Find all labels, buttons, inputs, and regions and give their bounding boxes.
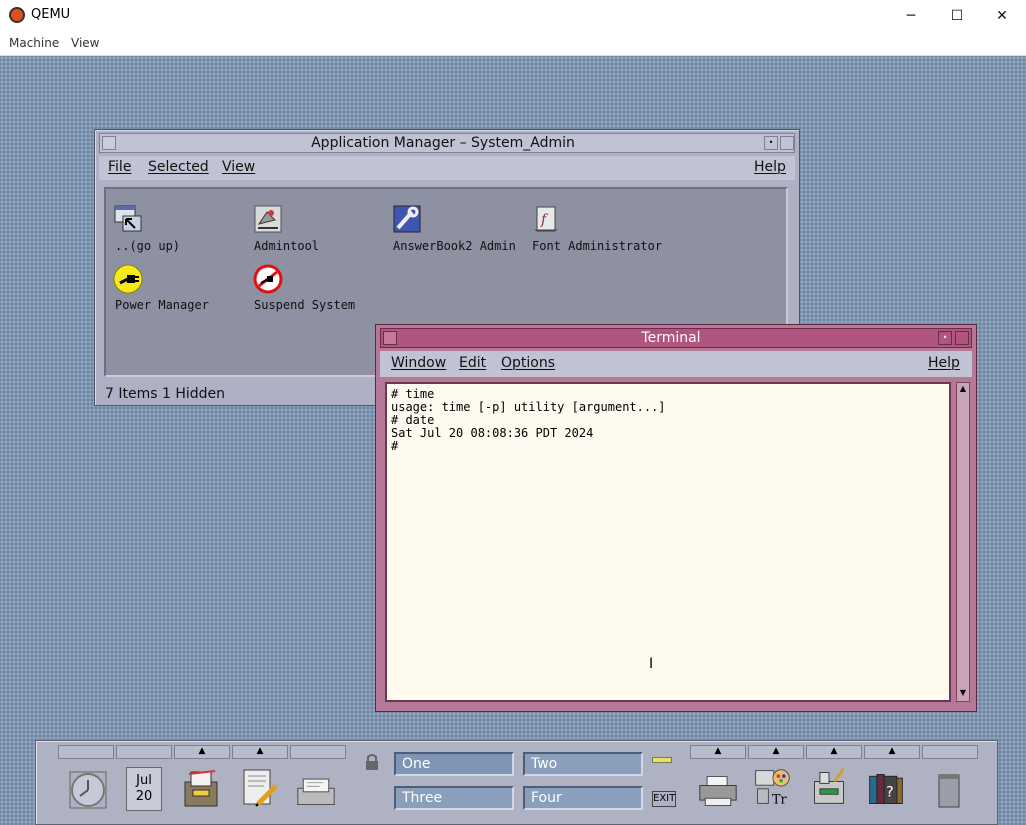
power-manager-item[interactable] — [113, 264, 143, 298]
admintool-label: Admintool — [254, 239, 320, 253]
cde-front-panel: ▲ ▲ Jul 20 One Two Three Four EXIT ▲ ▲ ▲… — [35, 740, 998, 825]
window-menu-button[interactable] — [102, 136, 116, 150]
qemu-menubar — [0, 31, 1026, 56]
font-admin-icon: f — [535, 206, 557, 232]
menu-selected[interactable]: Selected — [148, 159, 209, 175]
workspace-three-button[interactable]: Three — [394, 786, 514, 810]
app-manager-title: Application Manager – System_Admin — [311, 135, 575, 151]
menu-view[interactable]: View — [71, 36, 99, 50]
subpanel-arrow-icon[interactable]: ▲ — [864, 745, 920, 759]
menu-machine[interactable]: Machine — [9, 36, 59, 50]
menu-help-am[interactable]: Help — [754, 159, 786, 175]
file-manager-icon[interactable] — [181, 768, 221, 808]
font-administrator-label: Font Administrator — [532, 239, 663, 253]
subpanel-arrow-icon[interactable]: ▲ — [748, 745, 804, 759]
qemu-logo-icon — [9, 7, 25, 23]
subpanel-arrow-icon[interactable]: ▲ — [806, 745, 862, 759]
minimize-window-button[interactable]: • — [938, 331, 952, 345]
clock-icon[interactable] — [68, 770, 108, 810]
busy-light-icon — [652, 757, 672, 763]
menu-help-terminal[interactable]: Help — [928, 355, 960, 371]
mail-icon[interactable] — [296, 770, 336, 810]
calendar-month: Jul — [136, 773, 152, 788]
go-up-item[interactable] — [113, 204, 143, 238]
answerbook-icon — [393, 205, 421, 233]
admintool-item[interactable] — [253, 204, 283, 238]
answerbook-admin-item[interactable] — [392, 204, 422, 238]
application-manager-icon[interactable] — [809, 767, 849, 807]
maximize-window-button[interactable] — [780, 136, 794, 150]
subpanel-arrow-icon[interactable]: ▲ — [232, 745, 288, 759]
calendar-icon[interactable]: Jul 20 — [126, 767, 162, 811]
menu-options[interactable]: Options — [501, 355, 555, 371]
text-cursor-icon: I — [649, 656, 654, 672]
scroll-down-arrow-icon[interactable]: ▼ — [958, 688, 968, 698]
close-button[interactable]: ✕ — [979, 2, 1025, 30]
subpanel-handle[interactable] — [58, 745, 114, 759]
trash-can-icon[interactable] — [929, 771, 969, 811]
qemu-window-title: QEMU — [31, 7, 71, 22]
terminal-text-area[interactable]: # time usage: time [-p] utility [argumen… — [385, 382, 951, 702]
font-administrator-item[interactable]: f — [531, 204, 561, 238]
maximize-button[interactable]: ☐ — [934, 2, 980, 30]
menu-file[interactable]: File — [108, 159, 131, 175]
power-manager-label: Power Manager — [115, 298, 209, 312]
go-up-label: ..(go up) — [115, 239, 181, 253]
style-manager-icon[interactable]: Tr — [752, 767, 792, 807]
calendar-day: 20 — [135, 789, 153, 804]
suspend-system-item[interactable] — [253, 264, 283, 298]
terminal-window: Terminal • Window Edit Options Help # ti… — [375, 324, 977, 712]
maximize-window-button[interactable] — [955, 331, 969, 345]
subpanel-arrow-icon[interactable]: ▲ — [174, 745, 230, 759]
subpanel-handle[interactable] — [116, 745, 172, 759]
workspace-one-button[interactable]: One — [394, 752, 514, 776]
terminal-output: # time usage: time [-p] utility [argumen… — [391, 387, 666, 453]
terminal-menubar: Window Edit Options Help — [380, 351, 972, 377]
menu-window[interactable]: Window — [391, 355, 446, 371]
text-editor-icon[interactable] — [240, 768, 280, 808]
terminal-scrollbar[interactable]: ▲ ▼ — [956, 382, 970, 702]
help-manager-icon[interactable]: ? — [866, 769, 906, 809]
subpanel-arrow-icon[interactable]: ▲ — [690, 745, 746, 759]
svg-text:?: ? — [886, 784, 894, 800]
app-manager-status: 7 Items 1 Hidden — [105, 386, 226, 402]
minimize-button[interactable]: ─ — [888, 2, 934, 30]
app-manager-menubar: File Selected View Help — [99, 156, 795, 180]
svg-text:Tr: Tr — [772, 791, 787, 806]
subpanel-handle[interactable] — [922, 745, 978, 759]
window-menu-button[interactable] — [383, 331, 397, 345]
app-manager-titlebar[interactable]: Application Manager – System_Admin • — [99, 133, 795, 153]
scroll-up-arrow-icon[interactable]: ▲ — [958, 384, 968, 394]
lock-icon[interactable] — [364, 753, 380, 771]
printer-icon[interactable] — [698, 771, 738, 811]
menu-edit[interactable]: Edit — [459, 355, 486, 371]
answerbook-admin-label: AnswerBook2 Admin — [393, 239, 516, 253]
terminal-titlebar[interactable]: Terminal • — [380, 328, 972, 348]
menu-view-am[interactable]: View — [222, 159, 255, 175]
terminal-title: Terminal — [641, 330, 701, 346]
exit-button[interactable]: EXIT — [652, 791, 676, 807]
go-up-icon — [114, 205, 142, 232]
workspace-two-button[interactable]: Two — [523, 752, 643, 776]
suspend-system-label: Suspend System — [254, 298, 356, 312]
workspace-four-button[interactable]: Four — [523, 786, 643, 810]
admintool-icon — [254, 205, 282, 233]
suspend-system-icon — [253, 264, 283, 294]
power-manager-icon — [113, 264, 143, 294]
subpanel-handle[interactable] — [290, 745, 346, 759]
qemu-titlebar: QEMU ─ ☐ ✕ — [0, 0, 1026, 31]
minimize-window-button[interactable]: • — [764, 136, 778, 150]
